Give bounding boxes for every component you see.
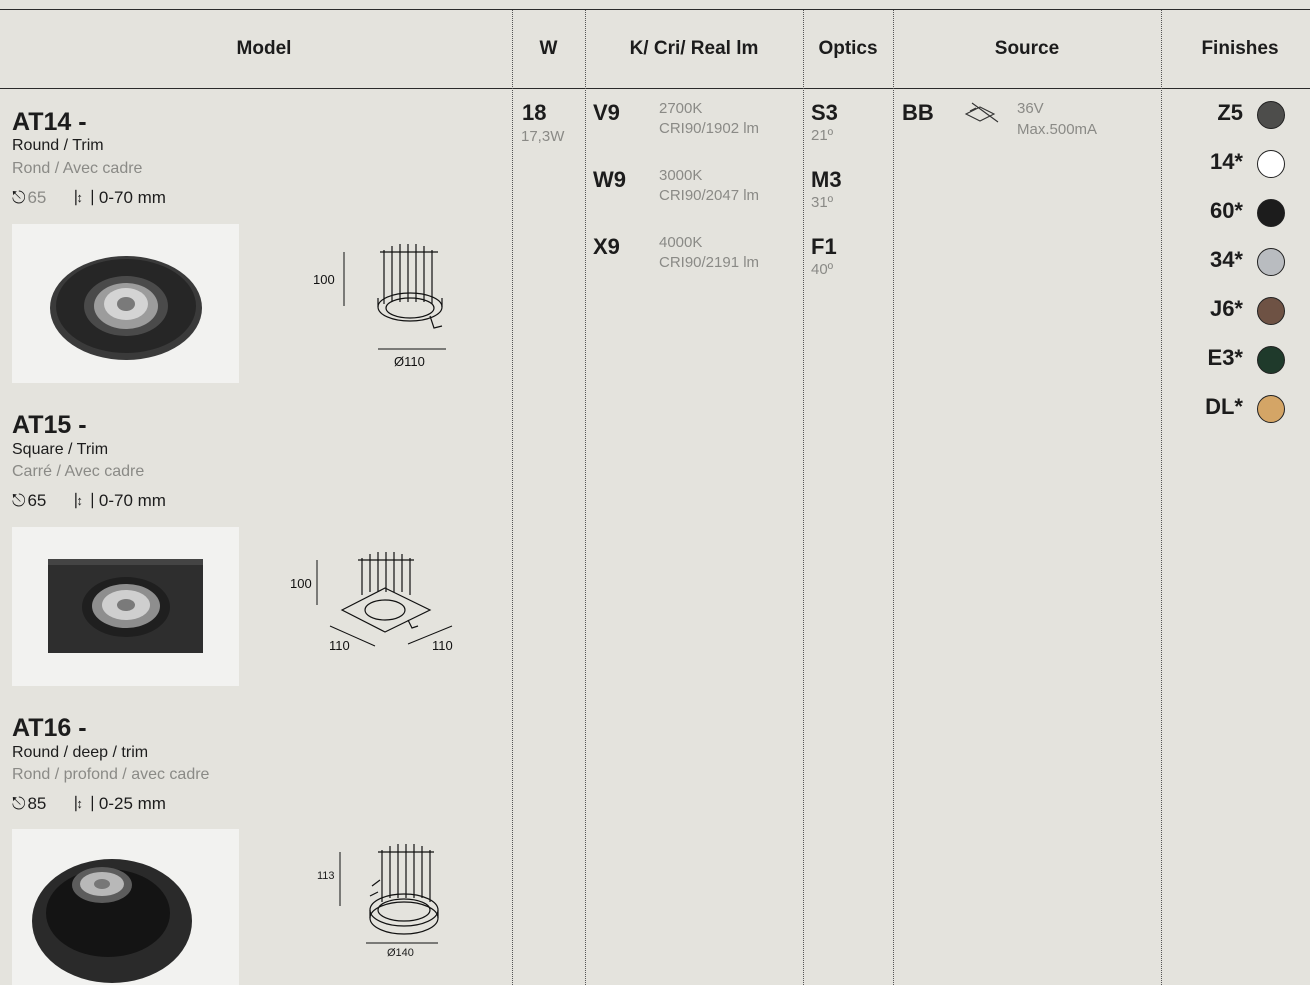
product-photo	[12, 829, 239, 985]
kcri-kelvin: 3000K	[659, 167, 703, 184]
dimension-length: 110	[432, 638, 453, 653]
depth-icon: ▕↕▕	[66, 796, 93, 811]
dimension-drawing	[320, 836, 460, 961]
wattage-value: 17,3W	[521, 128, 565, 145]
optics-angle: 40º	[811, 261, 834, 278]
header-model: Model	[236, 38, 292, 59]
depth-icon: ▕↕▕	[66, 190, 93, 205]
finish-swatch	[1257, 297, 1285, 325]
dimension-height: 100	[290, 576, 312, 591]
model-name-fr: Carré / Avec cadre	[12, 463, 145, 480]
depth-value: 0-70 mm	[98, 491, 166, 510]
kcri-code: V9	[593, 100, 620, 125]
finish-swatch	[1257, 248, 1285, 276]
dimension-diameter: Ø140	[387, 947, 414, 959]
model-code: AT14 -	[12, 108, 87, 136]
ip-rating-row: ⎋ 65 ▕↕▕ 0-70 mm	[12, 491, 166, 511]
finish-code: J6*	[1209, 296, 1243, 321]
header-k-cri: K/ Cri/ Real lm	[629, 38, 759, 59]
finish-swatch	[1257, 150, 1285, 178]
ip-icon: ⎋	[12, 794, 26, 813]
product-photo	[12, 224, 239, 383]
finish-code: 60*	[1209, 198, 1243, 223]
model-name-en: Round / deep / trim	[12, 744, 149, 761]
model-name-fr: Rond / profond / avec cadre	[12, 766, 210, 783]
ip-icon: ⎋	[12, 188, 26, 207]
model-code: AT15 -	[12, 411, 87, 439]
kcri-kelvin: 2700K	[659, 100, 703, 117]
column-divider	[585, 10, 586, 985]
optics-code: S3	[811, 100, 838, 125]
model-code: AT16 -	[12, 714, 87, 742]
source-voltage: 36V	[1017, 100, 1044, 117]
finish-swatch	[1257, 346, 1285, 374]
kcri-lumens: CRI90/1902 lm	[659, 120, 760, 137]
ip-value: 85	[27, 794, 47, 813]
ip-value: 65	[27, 491, 47, 510]
column-divider	[512, 10, 513, 985]
driver-icon	[962, 100, 1002, 126]
header-w: W	[539, 38, 558, 59]
source-code: BB	[902, 100, 934, 125]
header-rule	[0, 88, 1310, 89]
model-name-fr: Rond / Avec cadre	[12, 160, 143, 177]
ip-icon: ⎋	[12, 491, 26, 510]
kcri-kelvin: 4000K	[659, 234, 703, 251]
depth-value: 0-70 mm	[98, 188, 166, 207]
dimension-height: 113	[317, 870, 335, 882]
kcri-lumens: CRI90/2047 lm	[659, 187, 760, 204]
optics-code: M3	[811, 167, 842, 192]
finish-code: 14*	[1209, 149, 1243, 174]
dimension-height: 100	[313, 272, 335, 287]
product-photo	[12, 527, 239, 686]
header-source: Source	[994, 38, 1060, 59]
finish-swatch	[1257, 101, 1285, 129]
optics-angle: 31º	[811, 194, 834, 211]
ip-value: 65	[27, 188, 47, 207]
optics-angle: 21º	[811, 127, 834, 144]
depth-icon: ▕↕▕	[66, 493, 93, 508]
kcri-code: X9	[593, 234, 620, 259]
column-divider	[1161, 10, 1162, 985]
wattage-code: 18	[522, 100, 547, 125]
kcri-code: W9	[593, 167, 626, 192]
finish-swatch	[1257, 395, 1285, 423]
ip-rating-row: ⎋ 85 ▕↕▕ 0-25 mm	[12, 794, 166, 814]
finish-swatch	[1257, 199, 1285, 227]
optics-code: F1	[811, 234, 837, 259]
kcri-lumens: CRI90/2191 lm	[659, 254, 760, 271]
finish-code: Z5	[1217, 100, 1243, 125]
column-divider	[803, 10, 804, 985]
ip-rating-row: ⎋ 65 ▕↕▕ 0-70 mm	[12, 188, 166, 208]
dimension-width: 110	[329, 638, 350, 653]
depth-value: 0-25 mm	[98, 794, 166, 813]
finish-code: E3*	[1207, 345, 1243, 370]
finish-code: DL*	[1205, 394, 1243, 419]
finish-code: 34*	[1209, 247, 1243, 272]
top-rule	[0, 9, 1310, 10]
model-name-en: Round / Trim	[12, 137, 104, 154]
dimension-drawing	[300, 232, 460, 377]
dimension-diameter: Ø110	[394, 354, 425, 369]
header-optics: Optics	[818, 38, 878, 59]
column-divider	[893, 10, 894, 985]
model-name-en: Square / Trim	[12, 441, 109, 458]
source-current: Max.500mA	[1017, 121, 1098, 138]
header-finishes: Finishes	[1201, 38, 1279, 59]
